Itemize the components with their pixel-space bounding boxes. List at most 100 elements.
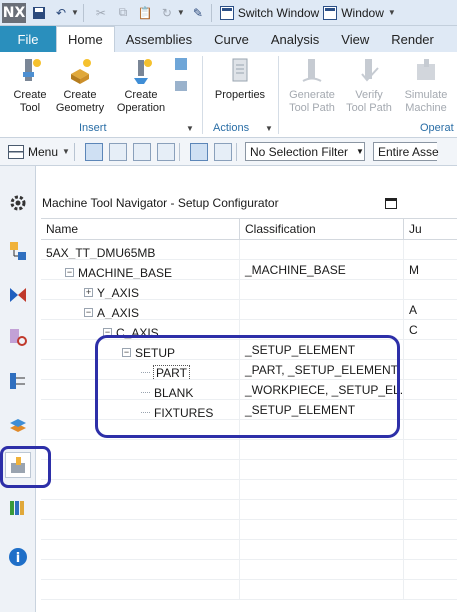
empty-row — [41, 520, 457, 540]
switch-window-button[interactable]: Switch Window — [219, 5, 319, 20]
empty-cell — [404, 420, 457, 439]
table-row[interactable]: − MACHINE_BASE _MACHINE_BASE M — [41, 260, 457, 280]
part-navigator-icon[interactable] — [5, 324, 31, 350]
method-icon — [173, 78, 189, 94]
tab-curve[interactable]: Curve — [203, 27, 260, 52]
method-button[interactable] — [173, 78, 189, 97]
undo-icon[interactable]: ↶ — [52, 4, 70, 22]
tab-view[interactable]: View — [330, 27, 380, 52]
copy-icon[interactable]: ⧉ — [114, 4, 132, 22]
row-name: 5AX_TT_DMU65MB — [46, 245, 156, 260]
cut-icon[interactable]: ✂ — [92, 4, 110, 22]
touch-mode-icon[interactable]: ✎ — [189, 4, 207, 22]
info-icon[interactable]: i — [5, 544, 31, 570]
roles-icon[interactable] — [5, 494, 31, 520]
empty-row — [41, 460, 457, 480]
verify-tool-path-button[interactable]: Verify Tool Path — [344, 56, 394, 115]
create-geometry-label: Create Geometry — [55, 89, 105, 114]
collapse-icon[interactable]: − — [65, 268, 74, 277]
settings-gear-icon[interactable] — [5, 190, 31, 216]
save-icon[interactable] — [30, 4, 48, 22]
table-row[interactable]: − A_AXIS A — [41, 300, 457, 320]
repeat-dropdown-icon[interactable]: ▼ — [177, 8, 185, 17]
empty-cell — [240, 440, 404, 459]
empty-cell — [404, 440, 457, 459]
menu-label: Menu — [28, 144, 59, 159]
insert-more-icon[interactable]: ▼ — [186, 124, 194, 133]
actions-more-icon[interactable]: ▼ — [265, 124, 273, 133]
machining-method-view-icon[interactable] — [156, 142, 175, 161]
setup-configurator-icon[interactable] — [213, 142, 232, 161]
collapse-icon[interactable]: − — [84, 308, 93, 317]
empty-cell — [240, 460, 404, 479]
generate-tool-path-button[interactable]: Generate Tool Path — [286, 56, 338, 115]
simulate-machine-button[interactable]: Simulate Machine — [400, 56, 452, 115]
properties-button[interactable]: Properties — [212, 56, 268, 102]
maximize-icon[interactable] — [385, 198, 397, 209]
row-name: A_AXIS — [97, 305, 140, 320]
properties-icon — [225, 56, 255, 86]
selection-scope-select[interactable]: Entire Asse — [372, 142, 439, 161]
repeat-command-icon[interactable]: ↻ — [158, 4, 176, 22]
switch-window-icon — [219, 5, 234, 20]
program-order-view-icon[interactable] — [84, 142, 103, 161]
expand-icon[interactable]: + — [84, 288, 93, 297]
undo-dropdown-icon[interactable]: ▼ — [71, 8, 79, 17]
junction-cell — [404, 400, 457, 419]
menu-button[interactable]: Menu ▼ — [8, 144, 70, 159]
divider — [235, 142, 237, 161]
constraint-navigator-icon[interactable] — [5, 282, 31, 308]
tab-home[interactable]: Home — [56, 26, 115, 52]
name-cell: 5AX_TT_DMU65MB — [41, 240, 240, 259]
assembly-navigator-icon[interactable] — [5, 238, 31, 264]
create-geometry-button[interactable]: Create Geometry — [53, 56, 107, 115]
operation-navigator-icon[interactable] — [5, 368, 31, 394]
table-row[interactable]: 5AX_TT_DMU65MB — [41, 240, 457, 260]
kinematic-view-icon[interactable] — [189, 142, 208, 161]
annotation-highlight-navigator-tab — [0, 446, 51, 488]
reuse-library-icon[interactable] — [5, 410, 31, 436]
name-cell: − A_AXIS — [41, 300, 240, 319]
create-geometry-icon — [65, 56, 95, 86]
row-name: Y_AXIS — [97, 285, 140, 300]
window-button[interactable]: Window ▼ — [323, 5, 396, 20]
nx-logo: NX — [2, 2, 26, 23]
empty-row — [41, 500, 457, 520]
machine-tool-view-icon[interactable] — [108, 142, 127, 161]
empty-cell — [404, 460, 457, 479]
name-cell: + Y_AXIS — [41, 280, 240, 299]
column-classification-header[interactable]: Classification — [240, 219, 404, 239]
create-operation-button[interactable]: Create Operation — [111, 56, 171, 115]
junction-cell — [404, 360, 457, 379]
verify-tool-path-icon — [354, 56, 384, 86]
ribbon-tabs: File Home Assemblies Curve Analysis View… — [0, 26, 457, 52]
menu-dropdown-icon: ▼ — [62, 147, 70, 156]
junction-cell: A — [409, 303, 418, 317]
junction-cell — [404, 240, 457, 259]
create-tool-label: Create Tool — [13, 89, 47, 114]
quick-tool-button[interactable] — [173, 56, 189, 75]
table-row[interactable]: + Y_AXIS — [41, 280, 457, 300]
classification-cell — [240, 240, 404, 259]
annotation-highlight-setup — [95, 335, 400, 438]
tab-file[interactable]: File — [0, 26, 56, 52]
tab-analysis[interactable]: Analysis — [260, 27, 330, 52]
divider — [210, 3, 212, 22]
paste-icon[interactable]: 📋 — [136, 4, 154, 22]
geometry-view-icon[interactable] — [132, 142, 151, 161]
simulate-machine-icon — [411, 56, 441, 86]
chevron-down-icon: ▼ — [356, 147, 364, 156]
empty-cell — [41, 460, 240, 479]
empty-cell — [404, 540, 457, 559]
column-name-header[interactable]: Name — [41, 219, 240, 239]
create-tool-button[interactable]: Create Tool — [10, 56, 50, 115]
selection-filter-select[interactable]: No Selection Filter ▼ — [244, 142, 365, 161]
tab-assemblies[interactable]: Assemblies — [115, 27, 203, 52]
create-operation-label: Create Operation — [116, 89, 166, 114]
empty-cell — [41, 540, 240, 559]
junction-cell — [404, 340, 457, 359]
tab-render[interactable]: Render — [380, 27, 445, 52]
svg-text:i: i — [16, 551, 20, 566]
column-junction-header[interactable]: Ju — [404, 219, 457, 239]
empty-cell — [404, 520, 457, 539]
